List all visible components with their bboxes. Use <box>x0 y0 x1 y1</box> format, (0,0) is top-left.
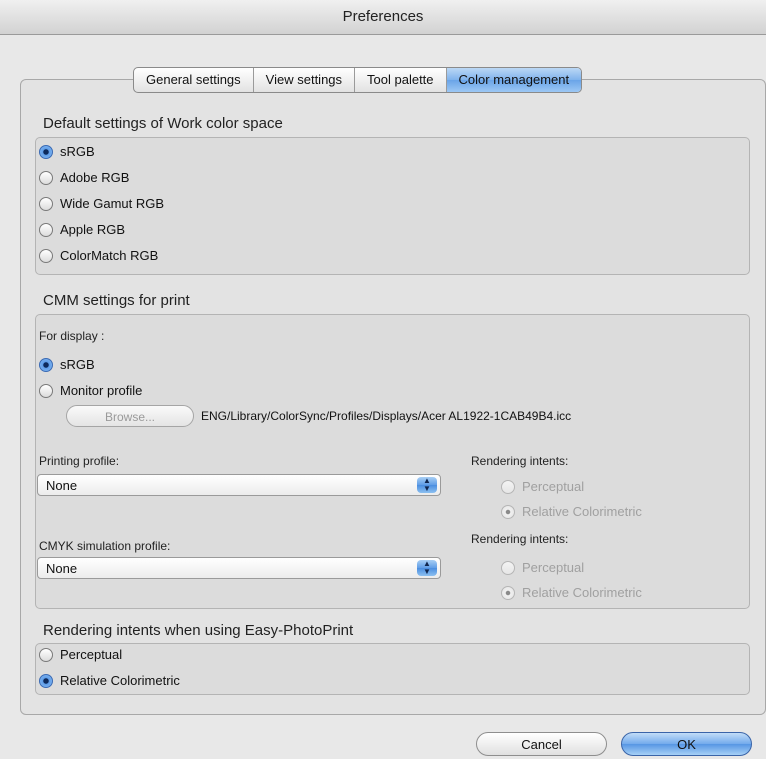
radio-label: sRGB <box>60 357 95 372</box>
radio-icon[interactable] <box>39 647 53 662</box>
radio-label: Relative Colorimetric <box>522 585 642 600</box>
radio-selected-icon[interactable] <box>39 357 53 372</box>
radio-label: sRGB <box>60 144 95 159</box>
cmyk-profile-label: CMYK simulation profile: <box>39 539 171 553</box>
radio-label: Perceptual <box>522 560 585 575</box>
for-display-label: For display : <box>39 329 105 343</box>
radio-disabled-icon[interactable] <box>501 479 515 494</box>
cmyk-profile-select[interactable]: None ▲ ▼ <box>37 557 441 579</box>
easy-photoprint-option-relative-colorimetric[interactable]: Relative Colorimetric <box>39 673 180 688</box>
radio-label: Relative Colorimetric <box>60 673 180 688</box>
radio-disabled-selected-icon[interactable] <box>501 504 515 519</box>
tab-color-management[interactable]: Color management <box>446 68 582 92</box>
cmyk-profile-value: None <box>46 561 78 576</box>
radio-label: Monitor profile <box>60 383 143 398</box>
tab-general-settings[interactable]: General settings <box>134 68 254 92</box>
printing-profile-label: Printing profile: <box>39 454 120 468</box>
radio-label: Perceptual <box>60 647 123 662</box>
work-space-option-colormatch-rgb[interactable]: ColorMatch RGB <box>39 248 158 263</box>
cmyk-intents-label: Rendering intents: <box>471 532 569 546</box>
window-title: Preferences <box>0 0 766 35</box>
work-space-option-apple-rgb[interactable]: Apple RGB <box>39 222 125 237</box>
radio-icon[interactable] <box>39 248 53 263</box>
radio-icon[interactable] <box>39 222 53 237</box>
browse-button[interactable]: Browse... <box>66 405 194 427</box>
select-arrows-icon: ▲ ▼ <box>417 560 437 576</box>
select-arrows-icon: ▲ ▼ <box>417 477 437 493</box>
work-space-option-srgb[interactable]: sRGB <box>39 144 95 159</box>
work-space-option-wide-gamut-rgb[interactable]: Wide Gamut RGB <box>39 196 164 211</box>
radio-disabled-selected-icon[interactable] <box>501 585 515 600</box>
radio-label: Perceptual <box>522 479 585 494</box>
ok-button[interactable]: OK <box>621 732 752 756</box>
radio-label: Apple RGB <box>60 222 126 237</box>
monitor-profile-path: ENG/Library/ColorSync/Profiles/Displays/… <box>201 409 572 423</box>
radio-selected-icon[interactable] <box>39 144 53 159</box>
radio-icon[interactable] <box>39 196 53 211</box>
cmyk-intent-relative-colorimetric[interactable]: Relative Colorimetric <box>501 585 642 600</box>
display-option-srgb[interactable]: sRGB <box>39 357 95 372</box>
display-option-monitor-profile[interactable]: Monitor profile <box>39 383 142 398</box>
printing-profile-value: None <box>46 478 78 493</box>
radio-disabled-icon[interactable] <box>501 560 515 575</box>
radio-selected-icon[interactable] <box>39 673 53 688</box>
tab-view-settings[interactable]: View settings <box>254 68 356 92</box>
work-color-space-title: Default settings of Work color space <box>43 115 283 132</box>
radio-label: Wide Gamut RGB <box>60 196 165 211</box>
tab-tool-palette[interactable]: Tool palette <box>355 68 447 92</box>
radio-icon[interactable] <box>39 170 53 185</box>
printing-intent-perceptual[interactable]: Perceptual <box>501 479 584 494</box>
easy-photoprint-option-perceptual[interactable]: Perceptual <box>39 647 122 662</box>
cancel-button[interactable]: Cancel <box>476 732 607 756</box>
printing-profile-select[interactable]: None ▲ ▼ <box>37 474 441 496</box>
radio-label: Adobe RGB <box>60 170 130 185</box>
cmm-settings-title: CMM settings for print <box>43 292 190 309</box>
easy-photoprint-title: Rendering intents when using Easy-PhotoP… <box>43 622 354 639</box>
printing-intent-relative-colorimetric[interactable]: Relative Colorimetric <box>501 504 642 519</box>
printing-intents-label: Rendering intents: <box>471 454 569 468</box>
radio-label: ColorMatch RGB <box>60 248 159 263</box>
work-space-option-adobe-rgb[interactable]: Adobe RGB <box>39 170 129 185</box>
radio-icon[interactable] <box>39 383 53 398</box>
tab-bar: General settings View settings Tool pale… <box>133 67 583 93</box>
radio-label: Relative Colorimetric <box>522 504 642 519</box>
cmyk-intent-perceptual[interactable]: Perceptual <box>501 560 584 575</box>
